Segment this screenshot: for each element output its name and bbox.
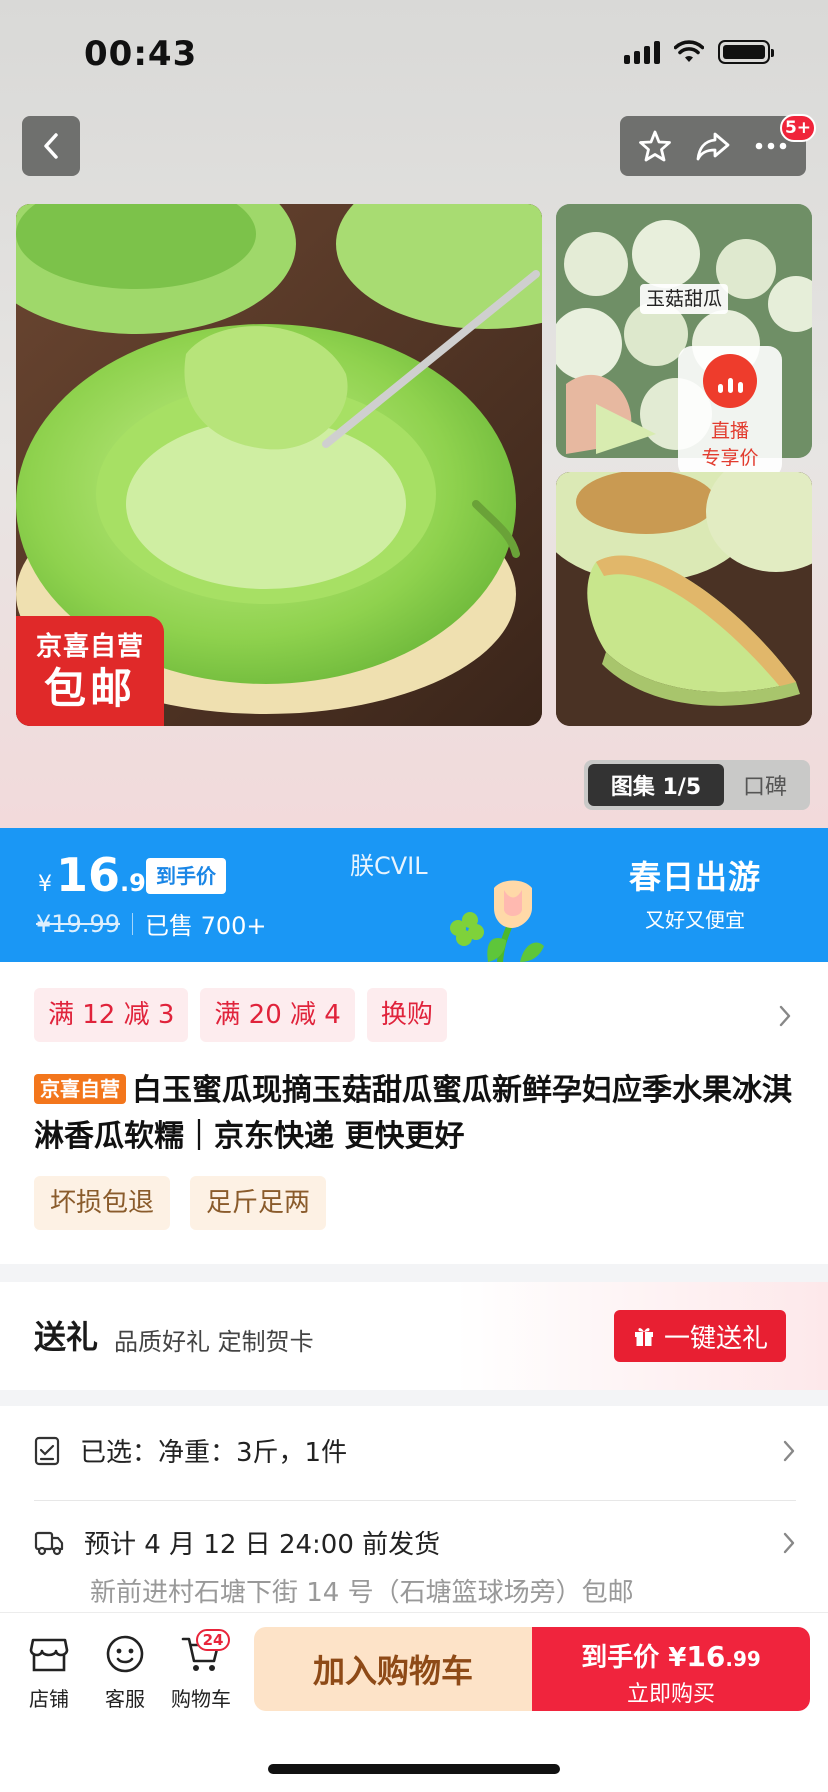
chevron-right-icon <box>783 1532 795 1553</box>
header-actions <box>620 116 806 176</box>
favorite-button[interactable] <box>630 121 680 171</box>
watermark: 朕CVIL <box>350 852 428 880</box>
cart-label: 购物车 <box>171 1687 231 1711</box>
wifi-icon <box>674 40 704 62</box>
star-icon <box>639 130 671 162</box>
product-title-block: 京喜自营 白玉蜜瓜现摘玉菇甜瓜蜜瓜新鲜孕妇应季水果冰淇淋香瓜软糯｜京东快递 更快更… <box>34 1068 794 1160</box>
status-bar: 00:43 <box>0 0 828 100</box>
divider <box>34 1500 796 1501</box>
price-banner: ¥ 16 .99 到手价 ¥19.99 已售 700+ 朕CVIL 春日出游 又… <box>0 828 828 962</box>
more-badge: 5+ <box>780 114 816 142</box>
chevron-right-icon <box>783 1440 795 1461</box>
store-button[interactable]: 店铺 <box>14 1629 84 1712</box>
price-display: ¥ 16 .99 <box>38 848 163 902</box>
service-tags: 坏损包退 足斤足两 <box>34 1176 327 1230</box>
self-operated-badge: 京喜自营 <box>34 1074 126 1104</box>
campaign-title: 春日出游 <box>628 858 761 896</box>
gallery-switch: 图集 1/5 口碑 <box>584 760 810 810</box>
store-label: 店铺 <box>29 1687 69 1711</box>
buy-now-button[interactable]: 到手价 ¥16.99 立即购买 <box>532 1627 810 1711</box>
price-currency: ¥ <box>38 872 52 897</box>
spec-icon <box>34 1436 60 1465</box>
send-gift-button[interactable]: 一键送礼 <box>614 1310 786 1362</box>
signal-icon <box>624 40 660 64</box>
campaign-banner[interactable]: 春日出游 又好又便宜 <box>620 852 770 933</box>
product-title: 白玉蜜瓜现摘玉菇甜瓜蜜瓜新鲜孕妇应季水果冰淇淋香瓜软糯｜京东快递 更快更好 <box>34 1073 792 1154</box>
more-dots-icon <box>755 142 787 150</box>
coupon-item[interactable]: 满 12 减 3 <box>34 988 189 1042</box>
spec-selected: 已选：净重：3斤，1件 <box>80 1438 348 1468</box>
live-line1: 直播 <box>710 420 749 442</box>
promo-tag-line1: 京喜自营 <box>35 632 144 662</box>
tulip-icon <box>450 880 544 962</box>
spec-card: 已选：净重：3斤，1件 预计 4 月 12 日 24:00 前发货 新前进村石塘… <box>0 1406 828 1612</box>
melon-slice-illustration <box>556 472 812 726</box>
add-to-cart-button[interactable]: 加入购物车 <box>254 1627 532 1711</box>
share-icon <box>696 132 730 161</box>
delivery-row[interactable]: 预计 4 月 12 日 24:00 前发货 <box>34 1524 796 1561</box>
buy-now-price: 到手价 ¥16.99 <box>532 1637 810 1674</box>
original-price: ¥19.99 <box>36 909 120 938</box>
coupon-item[interactable]: 满 20 减 4 <box>200 988 355 1042</box>
chevron-left-icon <box>44 133 58 159</box>
home-indicator <box>268 1764 560 1774</box>
promo-tag: 京喜自营 包邮 <box>16 616 164 726</box>
store-icon <box>29 1638 69 1672</box>
buy-now-integer: 16 <box>686 1640 726 1673</box>
promo-tag-line2: 包邮 <box>43 664 136 713</box>
gift-row: 送礼 品质好礼 定制贺卡 一键送礼 <box>0 1282 828 1390</box>
buy-now-currency: ¥ <box>668 1643 687 1673</box>
gift-title: 送礼 <box>34 1318 99 1356</box>
campaign-subtitle: 又好又便宜 <box>645 908 745 932</box>
tab-reviews[interactable]: 口碑 <box>724 769 806 801</box>
truck-icon <box>34 1531 64 1555</box>
product-hero: 00:43 5+ 京喜自营 包邮 玉菇甜瓜 直播 专享价 图集 1/5 口碑 <box>0 0 828 828</box>
cart-count-badge: 24 <box>196 1629 230 1651</box>
divider <box>131 912 133 935</box>
status-time: 00:43 <box>84 34 198 74</box>
service-tag[interactable]: 足斤足两 <box>190 1176 327 1230</box>
buy-now-decimal: .99 <box>725 1647 761 1671</box>
customer-service-label: 客服 <box>105 1687 145 1711</box>
live-price-card[interactable]: 直播 专享价 <box>678 346 782 478</box>
thumbnail-2[interactable] <box>556 472 812 726</box>
send-gift-label: 一键送礼 <box>663 1323 768 1354</box>
buy-now-label: 立即购买 <box>626 1682 715 1707</box>
service-tag[interactable]: 坏损包退 <box>34 1176 171 1230</box>
gift-icon <box>634 1328 653 1346</box>
price-meta: ¥19.99 已售 700+ <box>36 906 267 941</box>
tab-gallery[interactable]: 图集 1/5 <box>588 764 724 806</box>
product-info-card: 满 12 减 3 满 20 减 4 换购 京喜自营 白玉蜜瓜现摘玉菇甜瓜蜜瓜新鲜孕… <box>0 962 828 1264</box>
live-line2: 专享价 <box>701 447 759 469</box>
coupon-item[interactable]: 换购 <box>366 988 447 1042</box>
battery-icon <box>718 40 774 64</box>
back-button[interactable] <box>22 116 80 176</box>
final-price-tag: 到手价 <box>146 858 226 894</box>
delivery-eta: 预计 4 月 12 日 24:00 前发货 <box>84 1530 441 1560</box>
chat-face-icon <box>106 1635 144 1673</box>
customer-service-button[interactable]: 客服 <box>90 1629 160 1712</box>
gift-subtitle: 品质好礼 定制贺卡 <box>114 1328 314 1356</box>
chevron-right-icon[interactable] <box>778 1004 792 1028</box>
delivery-address: 新前进村石塘下街 14 号（石塘篮球场旁）包邮 <box>90 1578 634 1608</box>
share-button[interactable] <box>688 121 738 171</box>
buy-now-prefix: 到手价 <box>581 1643 660 1673</box>
price-integer: 16 <box>56 848 121 902</box>
sold-count: 已售 700+ <box>144 912 267 940</box>
coupon-list: 满 12 减 3 满 20 减 4 换购 <box>34 988 447 1042</box>
status-icons <box>624 40 774 64</box>
thumbnail-label: 玉菇甜瓜 <box>640 284 729 314</box>
spec-row[interactable]: 已选：净重：3斤，1件 <box>34 1432 796 1469</box>
live-stream-icon <box>703 354 757 408</box>
